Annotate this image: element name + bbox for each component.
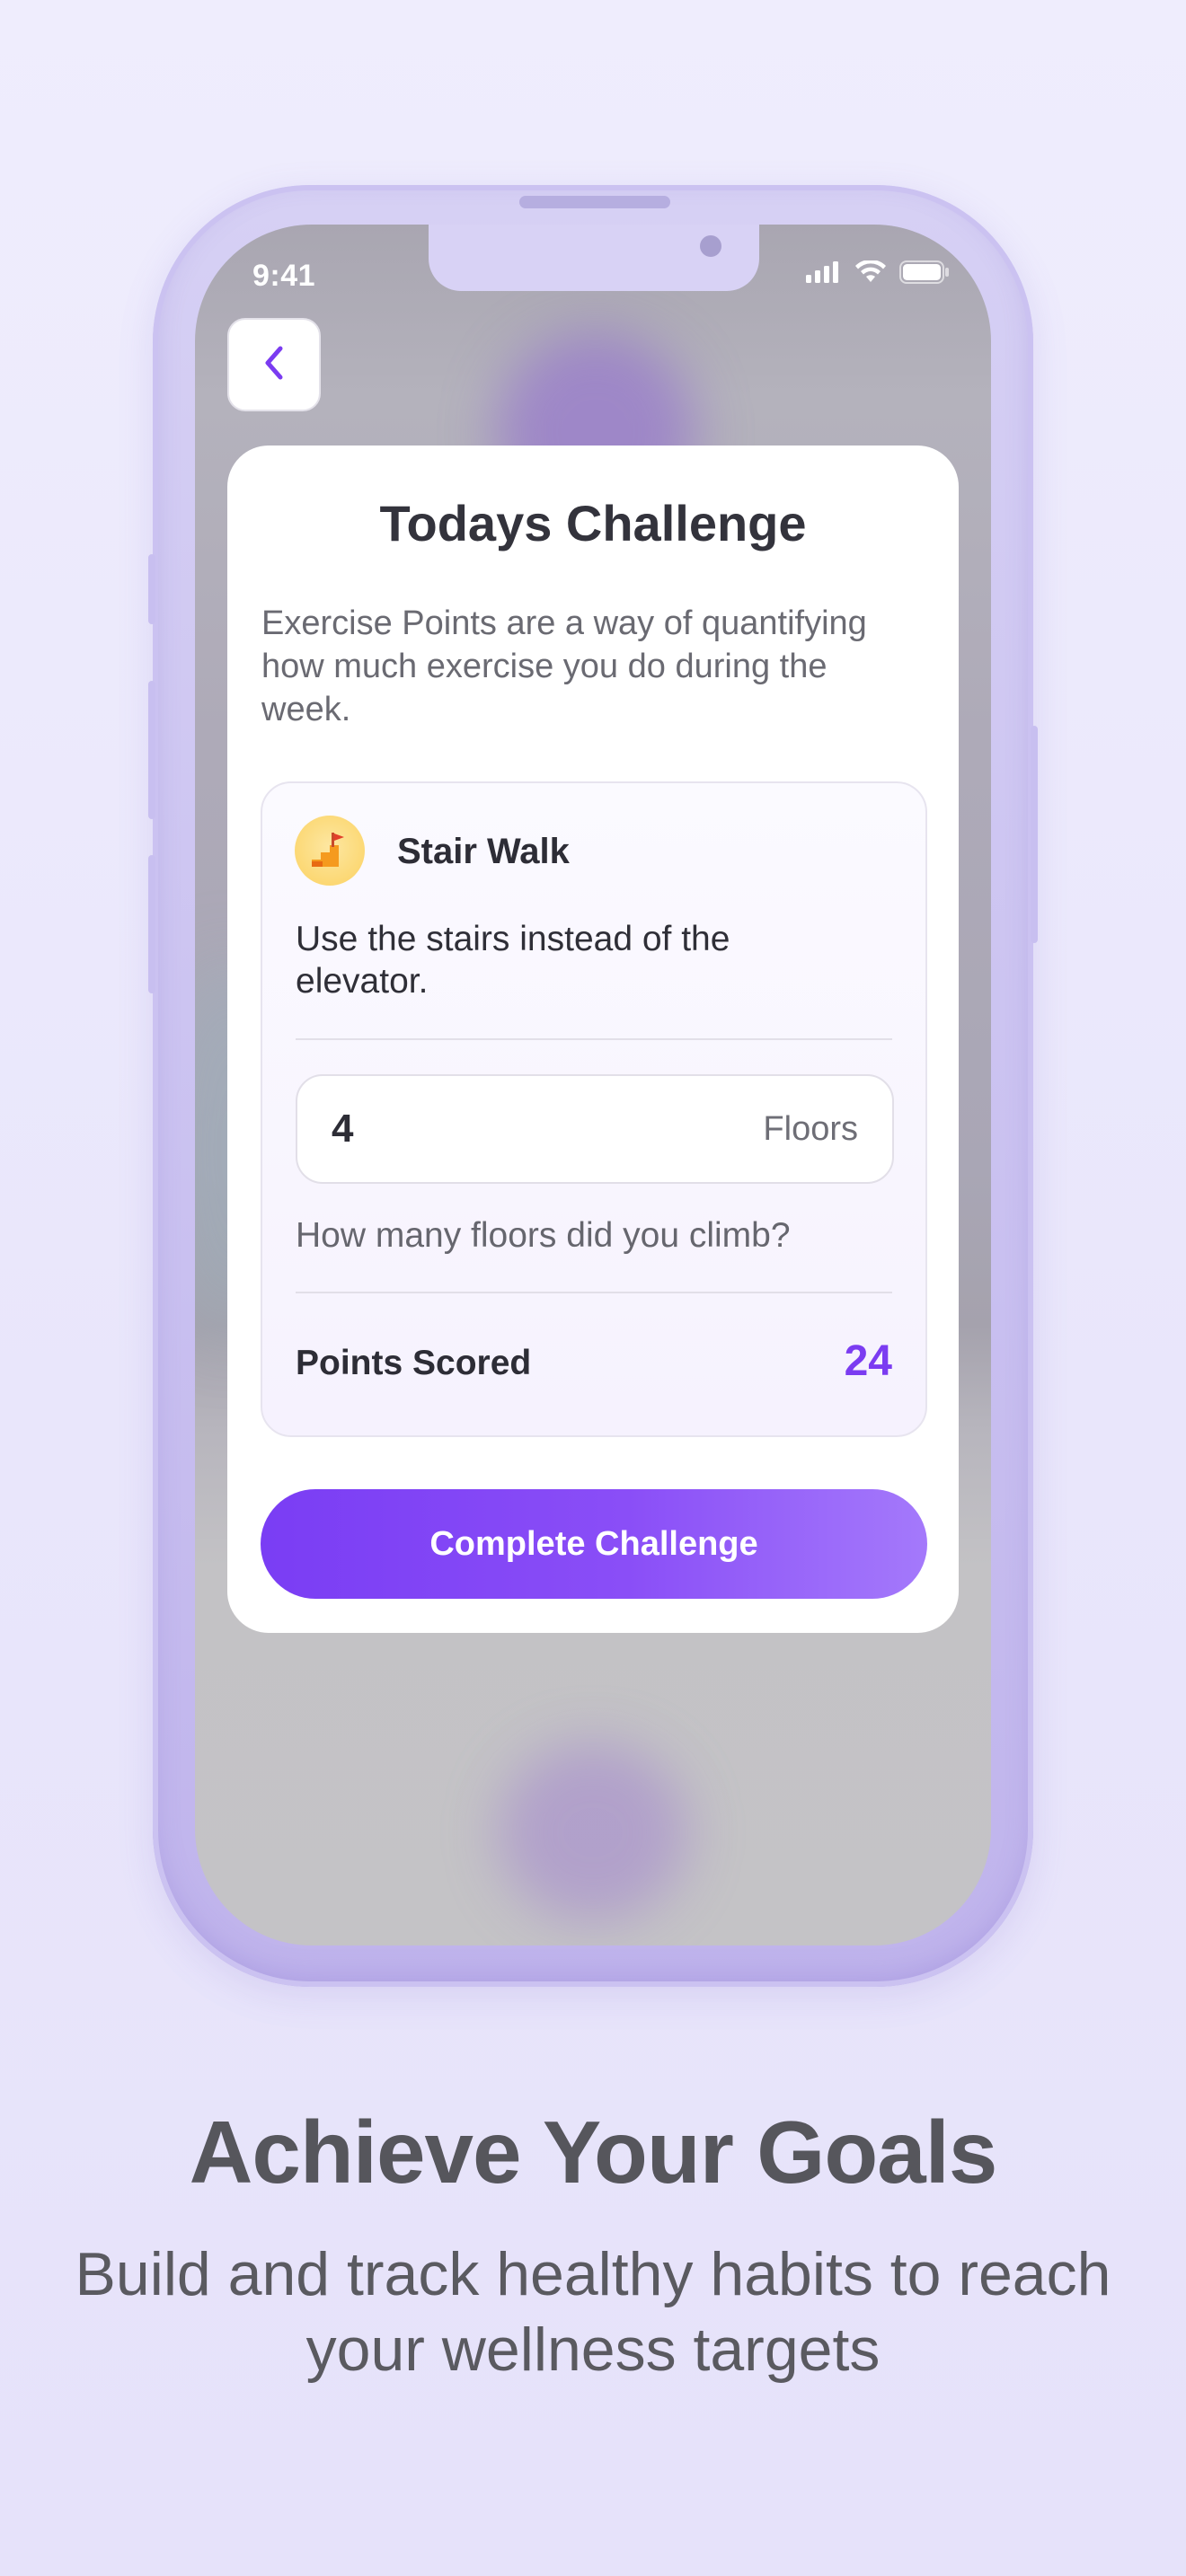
challenge-name: Stair Walk — [397, 832, 570, 871]
signal-icon — [806, 261, 842, 287]
phone-speaker — [519, 196, 670, 208]
challenge-card: Todays Challenge Exercise Points are a w… — [227, 446, 959, 1633]
phone-volume-down-button — [148, 855, 155, 993]
challenge-description: Use the stairs instead of the elevator. — [296, 920, 730, 1001]
complete-challenge-button[interactable]: Complete Challenge — [261, 1489, 927, 1599]
floors-input-value: 4 — [332, 1107, 354, 1151]
card-title: Todays Challenge — [379, 495, 807, 551]
camera-icon — [700, 235, 721, 257]
status-time: 9:41 — [252, 259, 316, 293]
chevron-left-icon — [259, 343, 289, 387]
phone-volume-up-button — [148, 681, 155, 819]
back-button[interactable] — [227, 318, 321, 411]
battery-icon — [899, 260, 950, 288]
divider — [296, 1292, 892, 1293]
floors-unit-label: Floors — [763, 1110, 858, 1148]
floors-input[interactable]: 4 Floors — [296, 1074, 894, 1184]
marketing-headline: Achieve Your Goals — [189, 2103, 998, 2201]
card-description: Exercise Points are a way of quantifying… — [261, 604, 867, 728]
phone-screen: 9:41 Todays Challenge Exercise Points ar… — [195, 225, 991, 1945]
divider — [296, 1038, 892, 1040]
challenge-details: Stair Walk Use the stairs instead of the… — [261, 781, 927, 1437]
phone-notch — [429, 225, 759, 291]
points-scored-value: 24 — [844, 1337, 892, 1385]
phone-side-button — [148, 554, 155, 624]
phone-power-button — [1031, 726, 1038, 943]
floors-question: How many floors did you climb? — [296, 1216, 791, 1255]
points-scored-label: Points Scored — [296, 1344, 532, 1382]
wifi-icon — [854, 259, 887, 288]
status-icons — [806, 259, 950, 288]
marketing-subline: Build and track healthy habits to reach … — [75, 2240, 1111, 2384]
background-glow — [499, 1742, 687, 1922]
stairs-icon — [295, 816, 365, 886]
